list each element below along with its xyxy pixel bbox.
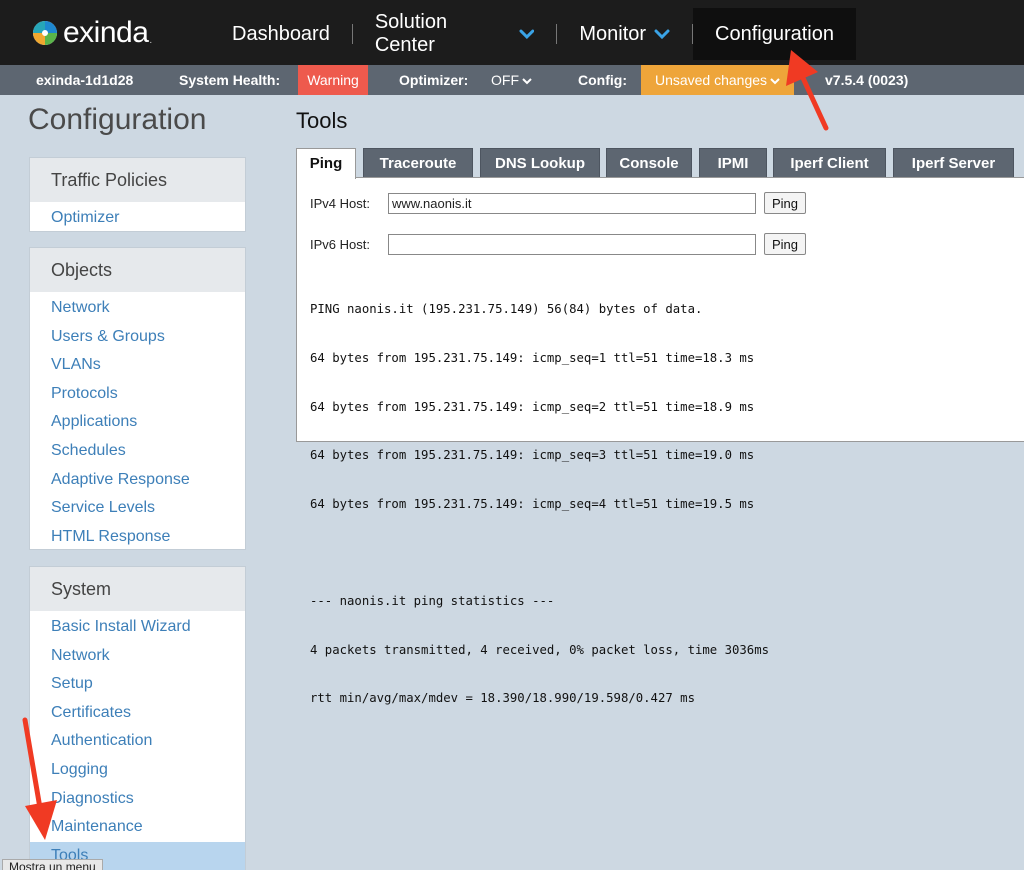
- sidebar-item-system-network[interactable]: Network: [30, 642, 245, 671]
- tab-traceroute[interactable]: Traceroute: [363, 148, 473, 178]
- sidebar-item-logging[interactable]: Logging: [30, 756, 245, 785]
- brand-name: exinda: [63, 16, 149, 49]
- tab-iperf-client[interactable]: Iperf Client: [773, 148, 886, 178]
- nav-dashboard[interactable]: Dashboard: [210, 8, 352, 60]
- chevron-down-icon: [654, 29, 670, 39]
- output-line: --- naonis.it ping statistics ---: [310, 594, 555, 609]
- output-line: 64 bytes from 195.231.75.149: icmp_seq=1…: [310, 351, 755, 366]
- appliance-hostname: exinda-1d1d28: [36, 72, 134, 88]
- sidebar-item-schedules[interactable]: Schedules: [30, 437, 245, 466]
- sidebar-item-service-levels[interactable]: Service Levels: [30, 494, 245, 523]
- tab-ping[interactable]: Ping: [296, 148, 356, 179]
- config-status-dropdown[interactable]: Unsaved changes: [641, 65, 794, 95]
- config-status-value: Unsaved changes: [654, 72, 768, 88]
- tab-iperf-server[interactable]: Iperf Server: [893, 148, 1014, 178]
- config-label: Config:: [578, 72, 627, 88]
- sidebar-item-users-groups[interactable]: Users & Groups: [30, 323, 245, 352]
- ipv6-ping-button[interactable]: Ping: [764, 233, 806, 255]
- sidebar-panel-system: System Basic Install Wizard Network Setu…: [29, 566, 246, 870]
- nav-configuration-label: Configuration: [715, 22, 834, 45]
- system-health-label: System Health:: [179, 72, 281, 88]
- system-health-badge[interactable]: Warning: [298, 65, 368, 95]
- exinda-logo[interactable]: exinda .: [32, 16, 152, 50]
- ipv6-host-input[interactable]: [388, 233, 756, 255]
- output-line: 4 packets transmitted, 4 received, 0% pa…: [310, 642, 770, 657]
- page-title: Configuration: [28, 103, 207, 136]
- sidebar-item-maintenance[interactable]: Maintenance: [30, 813, 245, 842]
- nav-monitor[interactable]: Monitor: [557, 8, 692, 60]
- chevron-down-icon: [770, 78, 780, 85]
- output-line: rtt min/avg/max/mdev = 18.390/18.990/19.…: [310, 691, 695, 706]
- sidebar-item-vlans[interactable]: VLANs: [30, 351, 245, 380]
- optimizer-label: Optimizer:: [399, 72, 469, 88]
- sidebar-item-certificates[interactable]: Certificates: [30, 699, 245, 728]
- nav-dashboard-label: Dashboard: [232, 22, 330, 45]
- tab-dns-lookup[interactable]: DNS Lookup: [480, 148, 600, 178]
- sidebar-heading-objects: Objects: [30, 248, 245, 292]
- menu-tooltip: Mostra un menu: [2, 859, 103, 870]
- chevron-down-icon: [519, 29, 534, 39]
- ipv4-ping-button[interactable]: Ping: [764, 192, 806, 214]
- sidebar-heading-traffic-policies: Traffic Policies: [30, 158, 245, 202]
- output-line: 64 bytes from 195.231.75.149: icmp_seq=4…: [310, 496, 755, 511]
- sidebar-item-authentication[interactable]: Authentication: [30, 727, 245, 756]
- nav-solution-center-label: Solution Center: [374, 11, 448, 56]
- ipv4-host-input[interactable]: [388, 192, 756, 214]
- sidebar-item-diagnostics[interactable]: Diagnostics: [30, 785, 245, 814]
- ping-output: PING naonis.it (195.231.75.149) 56(84) b…: [310, 269, 769, 739]
- sidebar-item-adaptive-response[interactable]: Adaptive Response: [30, 466, 245, 495]
- sidebar-item-setup[interactable]: Setup: [30, 670, 245, 699]
- sidebar-heading-system: System: [30, 567, 245, 611]
- optimizer-dropdown[interactable]: OFF: [491, 65, 532, 95]
- ipv4-host-row: IPv4 Host: Ping: [310, 192, 806, 214]
- ipv6-host-row: IPv6 Host: Ping: [310, 233, 806, 255]
- optimizer-value: OFF: [491, 72, 519, 88]
- sidebar-item-network[interactable]: Network: [30, 294, 245, 323]
- output-line: 64 bytes from 195.231.75.149: icmp_seq=2…: [310, 399, 755, 414]
- nav-configuration[interactable]: Configuration: [693, 8, 856, 60]
- nav-solution-center[interactable]: Solution Center: [353, 8, 557, 60]
- tab-ipmi[interactable]: IPMI: [699, 148, 767, 178]
- sidebar-panel-objects: Objects Network Users & Groups VLANs Pro…: [29, 247, 246, 550]
- software-version: v7.5.4 (0023): [825, 72, 909, 88]
- sidebar-item-html-response[interactable]: HTML Response: [30, 523, 245, 552]
- output-line: PING naonis.it (195.231.75.149) 56(84) b…: [310, 302, 703, 317]
- top-navigation-bar: exinda . Dashboard Solution Center Monit…: [0, 0, 1024, 65]
- chevron-down-icon: [522, 78, 532, 85]
- nav-monitor-label: Monitor: [579, 22, 647, 45]
- exinda-logo-icon: [33, 21, 57, 45]
- tools-heading: Tools: [296, 108, 348, 133]
- sidebar-item-optimizer[interactable]: Optimizer: [30, 204, 245, 233]
- status-bar: exinda-1d1d28 System Health: Warning Opt…: [0, 65, 1024, 95]
- brand-mark: .: [149, 35, 153, 46]
- sidebar-item-applications[interactable]: Applications: [30, 408, 245, 437]
- sidebar-item-protocols[interactable]: Protocols: [30, 380, 245, 409]
- ipv6-host-label: IPv6 Host:: [310, 236, 370, 252]
- ipv4-host-label: IPv4 Host:: [310, 195, 370, 211]
- sidebar-item-basic-install-wizard[interactable]: Basic Install Wizard: [30, 613, 245, 642]
- ping-tool-panel: IPv4 Host: Ping IPv6 Host: Ping PING nao…: [296, 177, 1024, 705]
- main-nav: Dashboard Solution Center Monitor Config…: [210, 8, 856, 60]
- sidebar-panel-traffic-policies: Traffic Policies Optimizer: [29, 157, 246, 232]
- output-line: 64 bytes from 195.231.75.149: icmp_seq=3…: [310, 448, 755, 463]
- tab-console[interactable]: Console: [606, 148, 692, 178]
